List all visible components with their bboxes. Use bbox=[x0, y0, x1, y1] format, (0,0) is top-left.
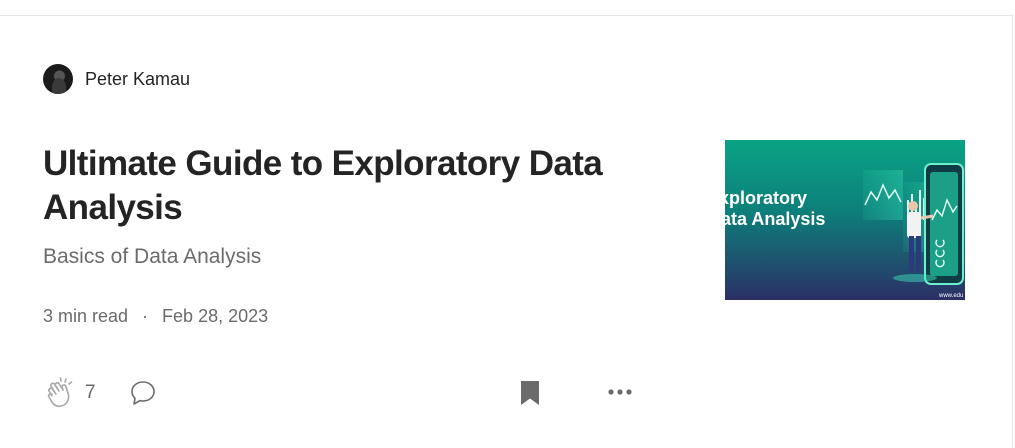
thumbnail-text-line2: ata Analysis bbox=[725, 209, 825, 229]
article-actions: 7 bbox=[0, 374, 700, 414]
thumbnail-text-line1: xploratory bbox=[725, 188, 807, 208]
article-subtitle: Basics of Data Analysis bbox=[43, 245, 262, 268]
author-row[interactable]: Peter Kamau bbox=[43, 64, 190, 94]
article-meta: 3 min read · Feb 28, 2023 bbox=[43, 306, 268, 327]
article-card[interactable]: Peter Kamau Ultimate Guide to Explorator… bbox=[0, 15, 1013, 448]
article-title[interactable]: Ultimate Guide to Exploratory Data Analy… bbox=[43, 142, 663, 230]
author-name[interactable]: Peter Kamau bbox=[85, 69, 190, 90]
clap-count: 7 bbox=[85, 382, 96, 403]
meta-separator: · bbox=[142, 306, 149, 326]
read-time: 3 min read bbox=[43, 306, 129, 326]
more-icon bbox=[608, 389, 632, 395]
comment-icon bbox=[131, 381, 155, 405]
comment-button[interactable] bbox=[129, 379, 157, 412]
clap-button[interactable]: 7 bbox=[43, 376, 96, 410]
bookmark-icon bbox=[521, 381, 539, 405]
clap-icon bbox=[47, 377, 73, 408]
more-options-button[interactable] bbox=[607, 384, 633, 402]
thumbnail-watermark: www.edu bbox=[938, 293, 963, 299]
publish-date: Feb 28, 2023 bbox=[162, 306, 269, 326]
bookmark-button[interactable] bbox=[519, 379, 541, 412]
thumbnail-image: xploratory ata Analysis www.edu bbox=[725, 140, 965, 300]
article-thumbnail[interactable]: xploratory ata Analysis www.edu bbox=[725, 140, 965, 300]
avatar[interactable] bbox=[43, 64, 73, 94]
